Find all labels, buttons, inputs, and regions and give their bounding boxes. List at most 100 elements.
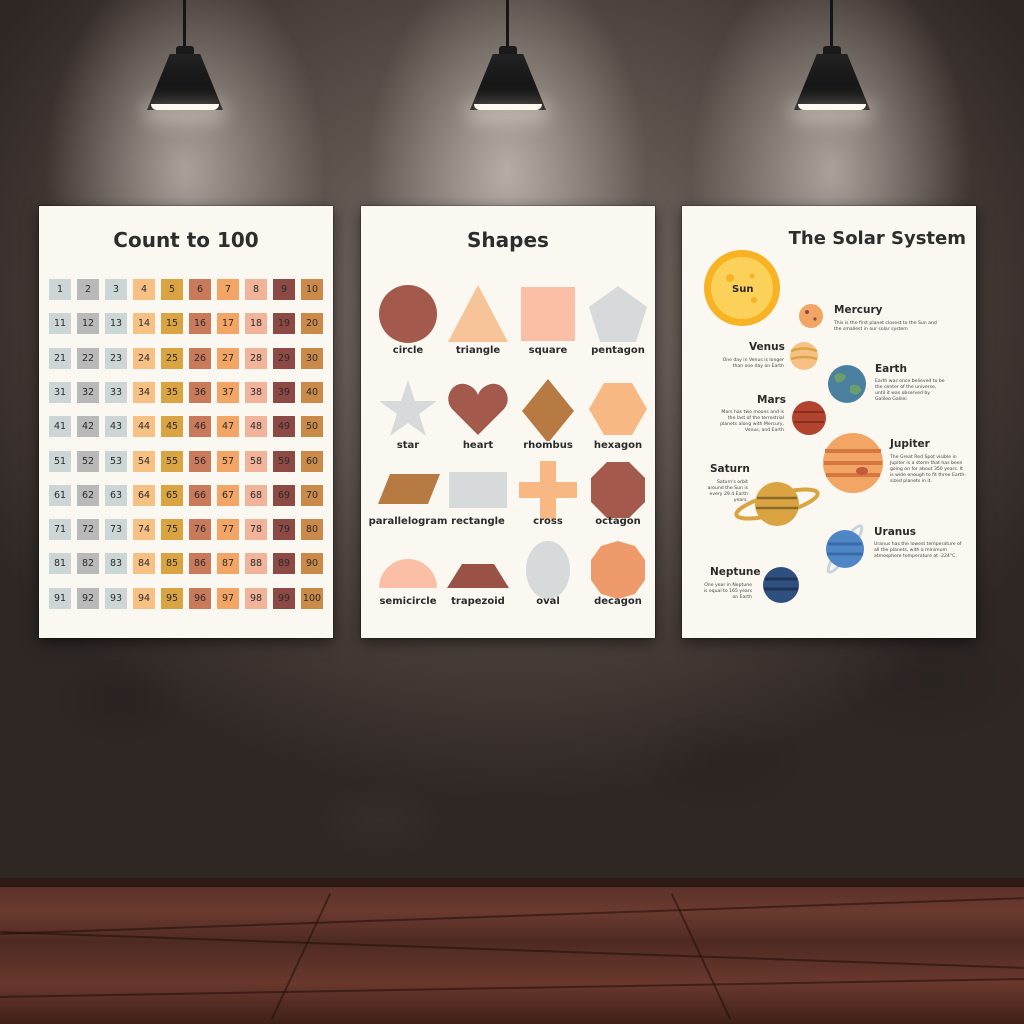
- number-cell: 82: [77, 553, 99, 575]
- number-cell: 8: [245, 279, 267, 300]
- triangle-icon: [448, 285, 508, 342]
- number-cell: 46: [189, 416, 211, 438]
- number-cell: 28: [245, 347, 267, 369]
- number-cell: 40: [301, 381, 323, 403]
- number-cell: 38: [245, 381, 267, 403]
- earth-icon: [828, 365, 866, 403]
- poster-shapes: Shapes circle triangle square pentagon star h…: [361, 206, 655, 638]
- number-cell: 54: [133, 450, 155, 472]
- number-cell: 2: [77, 279, 99, 300]
- number-cell: 65: [161, 484, 183, 506]
- square-icon: [521, 287, 575, 341]
- number-cell: 79: [273, 519, 295, 541]
- neptune-icon: [763, 567, 799, 603]
- number-cell: 21: [49, 347, 71, 369]
- number-cell: 74: [133, 519, 155, 541]
- mars-icon: [792, 401, 826, 435]
- number-cell: 57: [217, 450, 239, 472]
- number-cell: 68: [245, 484, 267, 506]
- number-cell: 86: [189, 553, 211, 575]
- number-cell: 84: [133, 553, 155, 575]
- number-cell: 80: [301, 519, 323, 541]
- pendant-lamp-center: [468, 0, 548, 110]
- parallelogram-icon: [378, 474, 440, 504]
- shape-rectangle: rectangle: [441, 458, 515, 544]
- number-cell: 76: [189, 519, 211, 541]
- shape-cross: cross: [511, 458, 585, 544]
- number-cell: 71: [49, 519, 71, 541]
- number-cell: 9: [273, 279, 295, 300]
- number-cell: 72: [77, 519, 99, 541]
- number-cell: 33: [105, 381, 127, 403]
- neptune-name: Neptune: [710, 566, 761, 578]
- number-cell: 10: [301, 279, 323, 300]
- shape-decagon: decagon: [581, 538, 655, 624]
- shape-pentagon: pentagon: [581, 282, 655, 368]
- number-cell: 35: [161, 381, 183, 403]
- number-grid: 1 2 3 4 5 6 7 8 9 10 11 12 13 14 15 16 17 18 19 20 21 22 23 24 2…: [49, 279, 325, 619]
- gallery-scene: Count to 100 1 2 3 4 5 6 7 8 9 10 11 12 13 14 15 16 17 18…: [0, 0, 1024, 1024]
- shape-parallelogram: parallelogram: [369, 458, 447, 544]
- number-cell: 17: [217, 313, 239, 335]
- number-cell: 50: [301, 416, 323, 438]
- number-cell: 98: [245, 587, 267, 609]
- number-cell: 89: [273, 553, 295, 575]
- number-cell: 93: [105, 587, 127, 609]
- octagon-icon: [591, 462, 645, 518]
- number-cell: 6: [189, 279, 211, 300]
- number-cell: 91: [49, 587, 71, 609]
- number-cell: 13: [105, 313, 127, 335]
- shape-label: octagon: [595, 516, 641, 527]
- number-cell: 85: [161, 553, 183, 575]
- number-cell: 5: [161, 279, 183, 300]
- shape-semicircle: semicircle: [371, 538, 445, 624]
- poster-count-to-100: Count to 100 1 2 3 4 5 6 7 8 9 10 11 12 13 14 15 16 17 18…: [39, 206, 333, 638]
- number-cell: 87: [217, 553, 239, 575]
- number-cell: 97: [217, 587, 239, 609]
- jupiter-text: The Great Red Spot visible in Jupiter is…: [890, 455, 966, 484]
- number-cell: 47: [217, 416, 239, 438]
- number-cell: 15: [161, 313, 183, 335]
- number-cell: 24: [133, 347, 155, 369]
- jupiter-name: Jupiter: [890, 438, 930, 450]
- pendant-lamp-left: [145, 0, 225, 110]
- mercury-name: Mercury: [834, 304, 883, 316]
- heart-icon: [448, 383, 508, 435]
- venus-text: One day in Venus is longer than one day …: [722, 358, 784, 369]
- hexagon-icon: [589, 383, 647, 435]
- shape-label: decagon: [594, 596, 642, 607]
- number-cell: 12: [77, 313, 99, 335]
- number-cell: 67: [217, 484, 239, 506]
- number-cell: 83: [105, 553, 127, 575]
- number-cell: 25: [161, 347, 183, 369]
- mars-text: Mars has two moons and is the last of th…: [720, 410, 784, 433]
- number-cell: 27: [217, 347, 239, 369]
- number-cell: 64: [133, 484, 155, 506]
- number-cell: 3: [105, 279, 127, 300]
- number-cell: 36: [189, 381, 211, 403]
- trapezoid-icon: [447, 564, 509, 588]
- number-cell: 4: [133, 279, 155, 300]
- number-cell: 44: [133, 416, 155, 438]
- jupiter-icon: [823, 433, 883, 493]
- circle-icon: [379, 285, 437, 343]
- number-cell: 94: [133, 587, 155, 609]
- mercury-icon: [799, 304, 823, 328]
- number-cell: 1: [49, 279, 71, 300]
- earth-name: Earth: [875, 363, 907, 375]
- number-cell: 52: [77, 450, 99, 472]
- rectangle-icon: [449, 472, 507, 508]
- sun-label: Sun: [732, 284, 754, 295]
- mercury-text: This is the first planet closest to the …: [834, 321, 937, 332]
- venus-name: Venus: [749, 341, 785, 353]
- number-cell: 60: [301, 450, 323, 472]
- wooden-floor: [0, 885, 1024, 1024]
- number-cell: 69: [273, 484, 295, 506]
- number-cell: 23: [105, 347, 127, 369]
- shape-label: hexagon: [593, 440, 643, 451]
- number-cell: 29: [273, 347, 295, 369]
- number-cell: 45: [161, 416, 183, 438]
- uranus-name: Uranus: [874, 526, 916, 538]
- number-cell: 62: [77, 484, 99, 506]
- number-cell: 32: [77, 381, 99, 403]
